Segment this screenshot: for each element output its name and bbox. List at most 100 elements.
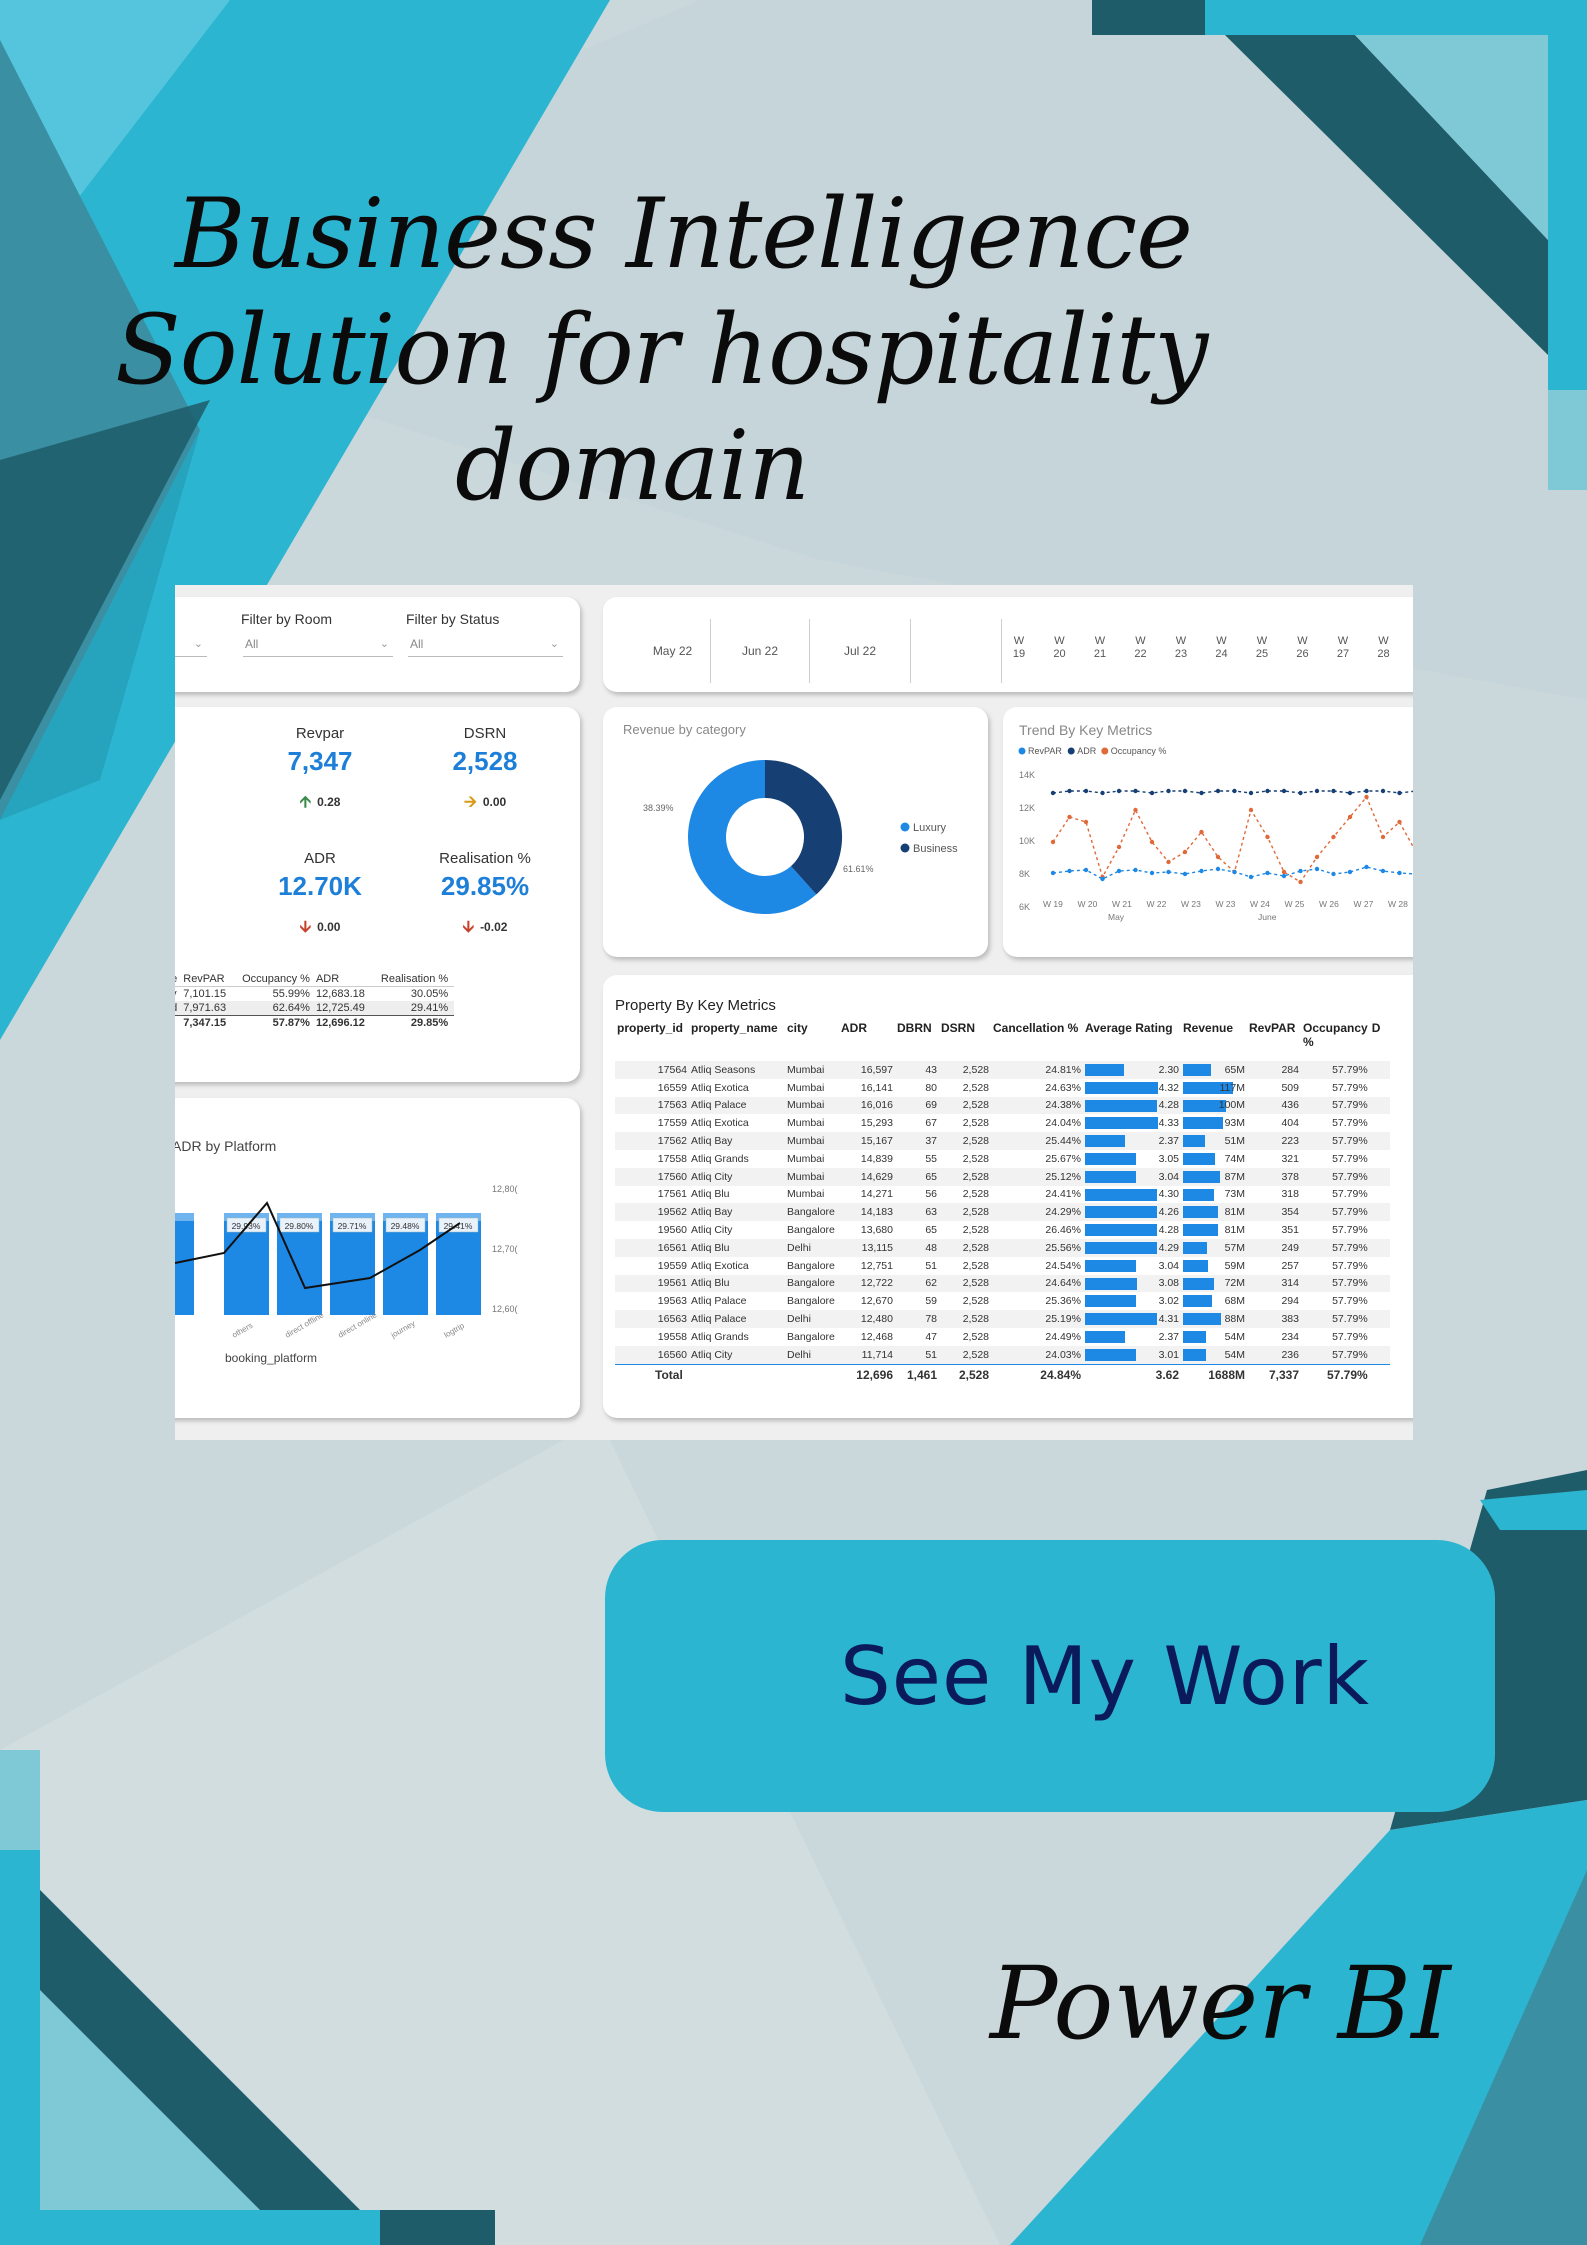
column-header[interactable]: D <box>1370 1021 1390 1061</box>
filter-room-select[interactable]: All ⌄ <box>243 637 393 657</box>
table-row[interactable]: ay 7,101.15 55.99% 12,683.18 30.05% <box>175 986 455 1002</box>
column-header[interactable]: ADR <box>839 1021 895 1061</box>
cell-value: 87M <box>1224 1170 1245 1183</box>
table-cell: 16559 <box>657 1081 687 1094</box>
table-row[interactable]: 16560 Atliq City Delhi 11,714 51 2,528 24.03% 3… <box>615 1345 1390 1365</box>
table-row[interactable]: 19558 Atliq Grands Bangalore 12,468 47 2,528 2… <box>615 1328 1390 1346</box>
table-cell: 14,629 <box>839 1167 895 1186</box>
cell-value: 4.31 <box>1158 1313 1179 1326</box>
column-header[interactable]: DSRN <box>939 1021 991 1061</box>
total-cell <box>1369 1363 1390 1385</box>
column-header[interactable]: city <box>785 1021 839 1061</box>
filter-status-value: All <box>410 637 424 651</box>
series-point <box>1281 869 1287 875</box>
filter-select-partial[interactable]: ⌄ <box>175 637 207 657</box>
series-point <box>1380 834 1386 840</box>
table-row[interactable]: nd 7,971.63 62.64% 12,725.49 29.41% <box>175 1001 455 1016</box>
week-25[interactable]: W 25 <box>1249 635 1275 661</box>
series-point <box>1281 788 1287 794</box>
series-point <box>1347 814 1353 820</box>
table-row[interactable]: 16561 Atliq Blu Delhi 13,115 48 2,528 25.56% 4.… <box>615 1238 1390 1257</box>
week-19[interactable]: W 19 <box>1006 635 1032 661</box>
week-23[interactable]: W 23 <box>1168 635 1194 661</box>
week-20[interactable]: W 20 <box>1047 635 1073 661</box>
table-cell: Mumbai <box>787 1188 825 1201</box>
table-cell: Atliq Blu <box>689 1238 785 1257</box>
column-header[interactable]: DBRN <box>895 1021 939 1061</box>
platform-bar <box>175 1213 194 1315</box>
summary-cell: nd <box>175 1001 183 1016</box>
week-22[interactable]: W 22 <box>1128 635 1154 661</box>
table-row[interactable]: 17564 Atliq Seasons Mumbai 16,597 43 2,528 24.… <box>615 1061 1390 1079</box>
cell-value: 117M <box>1219 1081 1246 1094</box>
table-cell: Delhi <box>785 1238 839 1257</box>
series-point <box>1116 844 1122 850</box>
table-cell: Mumbai <box>787 1152 825 1165</box>
summary-cell: 7,101.15 <box>183 988 227 1000</box>
month-jul[interactable]: Jul 22 <box>810 619 911 683</box>
week-28[interactable]: W 28 <box>1371 635 1397 661</box>
table-row[interactable]: 19561 Atliq Blu Bangalore 12,722 62 2,528 24.6… <box>615 1274 1390 1293</box>
table-cell: 24.64% <box>991 1274 1083 1293</box>
table-row[interactable]: 19560 Atliq City Bangalore 13,680 65 2,528 26.… <box>615 1221 1390 1239</box>
chevron-down-icon: ⌄ <box>549 638 559 650</box>
table-cell: 65 <box>895 1167 939 1186</box>
summary-total-row: 7,347.15 57.87% 12,696.12 29.85% <box>175 1015 455 1031</box>
table-cell: 13,115 <box>839 1238 895 1257</box>
total-cell: 1688M <box>1181 1363 1247 1385</box>
cell-value: 51M <box>1224 1135 1245 1148</box>
table-cell: Atliq Palace <box>689 1096 785 1115</box>
week-21[interactable]: W 21 <box>1087 635 1113 661</box>
table-cell: 2,528 <box>962 1330 989 1343</box>
filter-status-label: Filter by Status <box>406 611 500 627</box>
table-row[interactable]: 19563 Atliq Palace Bangalore 12,670 59 2,528 2… <box>615 1292 1390 1310</box>
series-point <box>1116 788 1122 794</box>
table-cell: 16561 <box>615 1238 689 1257</box>
week-24[interactable]: W 24 <box>1209 635 1235 661</box>
table-row[interactable]: 17562 Atliq Bay Mumbai 15,167 37 2,528 25.44% 2… <box>615 1132 1390 1150</box>
series-point <box>1083 788 1089 794</box>
table-row[interactable]: 17563 Atliq Palace Mumbai 16,016 69 2,528 24.3… <box>615 1096 1390 1115</box>
table-cell: 2,528 <box>962 1188 989 1201</box>
table-cell: 57.79% <box>1332 1081 1368 1094</box>
x-tick-label: W 24 <box>1250 899 1270 909</box>
table-row[interactable]: 19559 Atliq Exotica Bangalore 12,751 51 2,528… <box>615 1257 1390 1275</box>
table-cell: 81M <box>1181 1203 1247 1222</box>
table-row[interactable]: 17558 Atliq Grands Mumbai 14,839 55 2,528 25.6… <box>615 1150 1390 1168</box>
series-point <box>1067 814 1072 820</box>
table-row[interactable]: 16559 Atliq Exotica Mumbai 16,141 80 2,528 24.… <box>615 1079 1390 1097</box>
table-cell <box>1370 1114 1390 1132</box>
cell-value: 2.37 <box>1158 1135 1179 1148</box>
column-header[interactable]: property_name <box>689 1021 785 1061</box>
x-tick-label: W 26 <box>1319 899 1339 909</box>
table-row[interactable]: 17559 Atliq Exotica Mumbai 15,293 67 2,528 24.… <box>615 1114 1390 1132</box>
table-cell: 19562 <box>615 1203 689 1222</box>
donut-chart: 61.61% 38.39% Luxury Business <box>643 760 958 914</box>
table-cell <box>1369 1203 1390 1222</box>
table-cell: Bangalore <box>785 1203 839 1222</box>
series-point <box>1331 788 1336 794</box>
month-jun[interactable]: Jun 22 <box>711 619 810 683</box>
table-cell: 57.79% <box>1332 1224 1368 1237</box>
table-row[interactable]: 17560 Atliq City Mumbai 14,629 65 2,528 25.12%… <box>615 1167 1390 1186</box>
filter-status-select[interactable]: All ⌄ <box>408 637 563 657</box>
adr-platform-card: ADR by Platform 29.93% others 29.80% direct… <box>175 1098 580 1418</box>
table-cell <box>1369 1167 1390 1186</box>
filter-room-label: Filter by Room <box>241 611 333 627</box>
column-header[interactable]: Cancellation % <box>991 1021 1083 1061</box>
total-cell: 12,696 <box>839 1363 895 1385</box>
column-header[interactable]: Average Rating <box>1083 1021 1181 1061</box>
week-27[interactable]: W 27 <box>1330 635 1356 661</box>
table-row[interactable]: 16563 Atliq Palace Delhi 12,480 78 2,528 25.19… <box>615 1310 1390 1328</box>
month-may[interactable]: May 22 <box>635 619 711 683</box>
column-header[interactable]: RevPAR <box>1247 1021 1301 1061</box>
column-header[interactable]: Occupancy % <box>1301 1021 1370 1061</box>
table-cell: 14,839 <box>860 1152 893 1165</box>
week-26[interactable]: W 26 <box>1290 635 1316 661</box>
table-row[interactable]: 17561 Atliq Blu Mumbai 14,271 56 2,528 24.41% 4… <box>615 1186 1390 1204</box>
column-header[interactable]: property_id <box>615 1021 689 1061</box>
column-header[interactable]: Revenue <box>1181 1021 1247 1061</box>
summary-header-row: pe RevPAR Occupancy % ADR Realisation % <box>175 972 454 987</box>
table-row[interactable]: 19562 Atliq Bay Bangalore 14,183 63 2,528 24.2… <box>615 1203 1390 1222</box>
see-my-work-button[interactable]: See My Work <box>605 1540 1495 1812</box>
